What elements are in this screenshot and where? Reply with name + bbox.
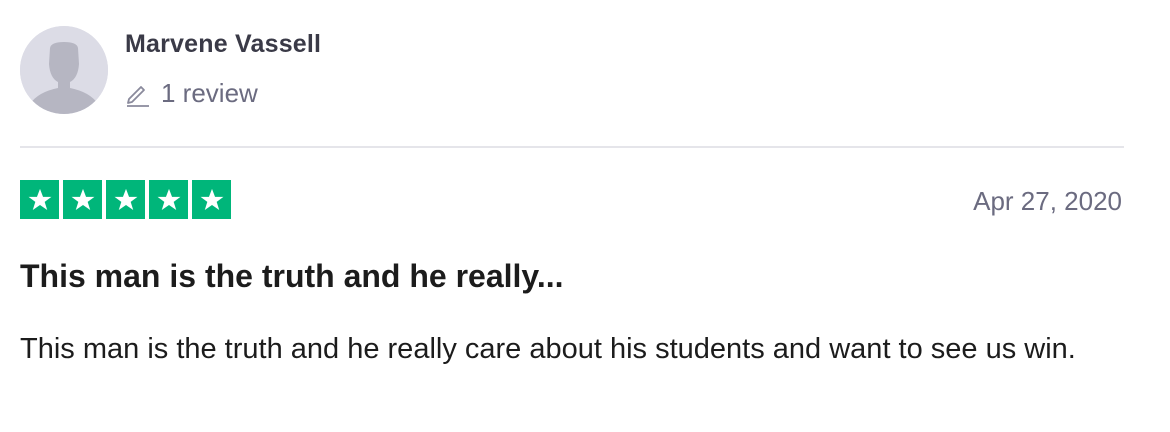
divider (20, 146, 1124, 148)
star-icon (63, 180, 102, 219)
star-rating (20, 180, 231, 219)
review-count-label: 1 review (161, 78, 258, 108)
star-icon (149, 180, 188, 219)
user-silhouette-icon (20, 26, 108, 114)
review-title[interactable]: This man is the truth and he really... (20, 258, 564, 295)
review-body: This man is the truth and he really care… (20, 333, 1076, 365)
reviewer-name[interactable]: Marvene Vassell (125, 30, 321, 59)
star-icon (20, 180, 59, 219)
review-count-link[interactable]: 1 review (123, 78, 258, 109)
star-icon (106, 180, 145, 219)
review-date: Apr 27, 2020 (973, 186, 1122, 216)
pencil-icon (127, 85, 149, 107)
avatar[interactable] (20, 26, 108, 114)
star-icon (192, 180, 231, 219)
review-card: Marvene Vassell 1 review Apr 27, 2020 Th… (0, 0, 1170, 432)
